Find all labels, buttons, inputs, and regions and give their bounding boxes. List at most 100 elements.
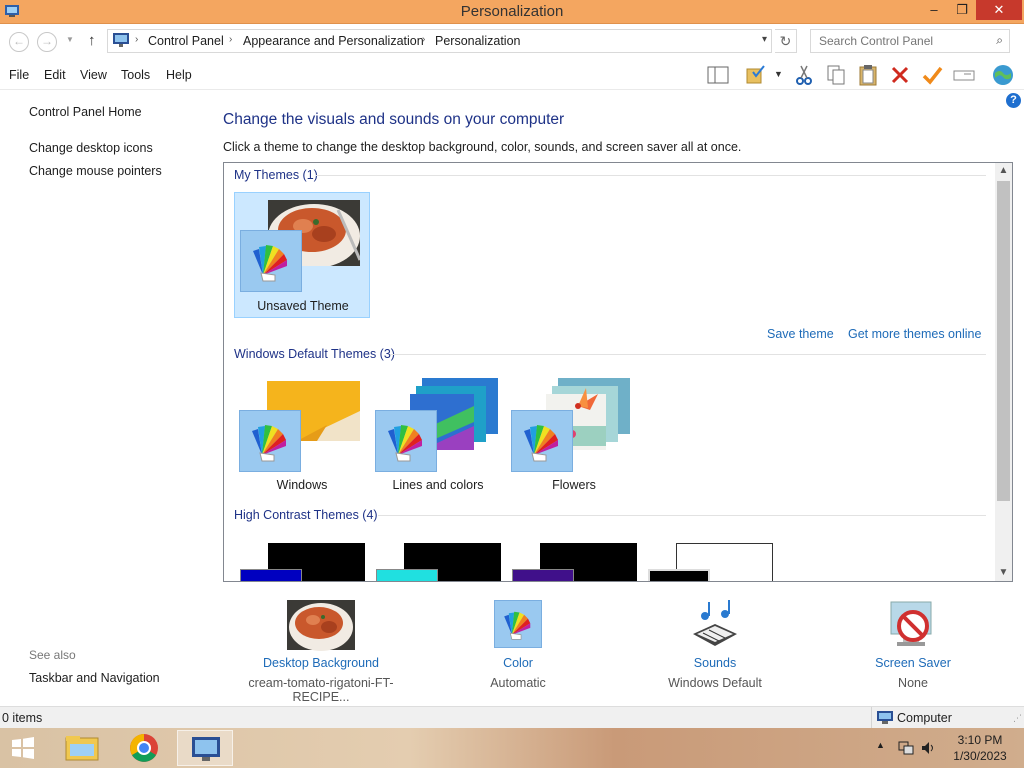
divider (316, 175, 986, 176)
theme-tile-lines-and-colors[interactable]: Lines and colors (370, 373, 506, 499)
theme-tile-unsaved[interactable]: Unsaved Theme (234, 192, 370, 318)
control-panel-icon (192, 737, 220, 761)
theme-tile-high-contrast-3[interactable] (510, 543, 640, 581)
network-icon[interactable] (898, 740, 914, 756)
color-palette-icon (239, 410, 301, 472)
menu-file[interactable]: File (9, 68, 29, 82)
clock-time: 3:10 PM (957, 733, 1003, 747)
chevron-down-icon[interactable]: ▾ (762, 34, 767, 45)
minimize-button[interactable]: – (920, 0, 948, 20)
volume-icon[interactable] (920, 740, 936, 756)
theme-tile-high-contrast-2[interactable] (374, 543, 504, 581)
left-pane: Control Panel Home Change desktop icons … (0, 90, 210, 705)
window-title: Personalization (460, 3, 564, 20)
get-more-themes-link[interactable]: Get more themes online (848, 327, 981, 341)
menu-view[interactable]: View (80, 68, 107, 82)
scroll-up-icon[interactable]: ▲ (995, 165, 1012, 176)
menu-edit[interactable]: Edit (44, 68, 66, 82)
setting-label[interactable]: Screen Saver (813, 656, 1013, 670)
control-panel-home-link[interactable]: Control Panel Home (29, 105, 142, 119)
sounds-icon (693, 600, 737, 646)
address-bar[interactable]: › Control Panel › Appearance and Persona… (107, 29, 772, 53)
change-mouse-pointers-link[interactable]: Change mouse pointers (29, 164, 162, 178)
save-theme-link[interactable]: Save theme (767, 327, 834, 341)
scroll-down-icon[interactable]: ▼ (995, 567, 1012, 578)
theme-name: Lines and colors (392, 478, 484, 492)
title-bar: Personalization – ❐ ✕ (0, 0, 1024, 24)
theme-tile-high-contrast-1[interactable] (238, 543, 368, 581)
chevron-right-icon[interactable]: › (229, 34, 232, 45)
resize-grip-icon[interactable]: ⋰ (1013, 713, 1022, 724)
start-windows-icon[interactable] (0, 730, 46, 766)
page-title: Change the visuals and sounds on your co… (223, 111, 565, 128)
show-hidden-icons[interactable]: ▲ (876, 740, 885, 750)
setting-value: Windows Default (668, 676, 762, 690)
chevron-right-icon[interactable]: › (135, 34, 138, 45)
theme-list-scrollbar[interactable]: ▲ ▼ (995, 163, 1012, 581)
paste-icon[interactable] (856, 63, 880, 87)
theme-tile-high-contrast-4[interactable] (646, 543, 776, 581)
clock-date: 1/30/2023 (953, 749, 1007, 763)
forward-button[interactable]: → (37, 32, 57, 52)
setting-label[interactable]: Desktop Background (221, 656, 421, 670)
setting-value: cream-tomato-rigatoni-FT-RECIPE... (248, 676, 394, 704)
up-button[interactable]: ↑ (88, 32, 96, 49)
setting-label[interactable]: Color (418, 656, 618, 670)
search-input[interactable] (811, 30, 986, 52)
folder-check-icon[interactable] (744, 63, 768, 87)
breadcrumb-control-panel[interactable]: Control Panel (148, 34, 224, 48)
divider (390, 354, 986, 355)
color-palette-icon (511, 410, 573, 472)
file-explorer-icon[interactable] (54, 730, 110, 766)
taskbar-navigation-link[interactable]: Taskbar and Navigation (29, 671, 160, 685)
globe-icon[interactable] (991, 63, 1015, 87)
screen-saver-icon (890, 601, 932, 646)
group-header-high-contrast: High Contrast Themes (4) (234, 508, 378, 522)
divider (871, 707, 872, 729)
location-label: Computer (897, 711, 952, 725)
color-palette-icon (494, 600, 542, 648)
menu-help[interactable]: Help (166, 68, 192, 82)
theme-name: Windows (276, 478, 328, 492)
breadcrumb-appearance[interactable]: Appearance and Personalization (243, 34, 424, 48)
delete-icon[interactable] (888, 63, 912, 87)
recent-locations-icon[interactable]: ▼ (66, 35, 74, 44)
color-palette-icon (375, 410, 437, 472)
item-count: 0 items (2, 711, 43, 725)
control-panel-icon (113, 33, 129, 47)
theme-tile-windows[interactable]: Windows (234, 373, 370, 499)
search-icon[interactable]: ⌕ (996, 33, 1003, 48)
scissors-icon[interactable] (792, 63, 816, 87)
desktop-background-icon (287, 600, 355, 651)
help-icon[interactable]: ? (1006, 93, 1021, 108)
group-header-my-themes: My Themes (1) (234, 168, 318, 182)
maximize-button[interactable]: ❐ (948, 0, 976, 20)
close-button[interactable]: ✕ (976, 0, 1022, 20)
rename-icon[interactable] (952, 63, 976, 87)
theme-name: Unsaved Theme (257, 299, 349, 313)
back-button[interactable]: ← (9, 32, 29, 52)
theme-name: Flowers (552, 478, 596, 492)
chrome-icon[interactable] (116, 730, 172, 766)
setting-value: Automatic (490, 676, 546, 690)
group-header-default-themes: Windows Default Themes (3) (234, 347, 395, 361)
layout-icon[interactable] (706, 63, 730, 87)
check-icon[interactable] (920, 63, 944, 87)
change-desktop-icons-link[interactable]: Change desktop icons (29, 141, 153, 155)
menu-bar: File Edit View Tools Help ▼ (0, 60, 1024, 90)
theme-tile-flowers[interactable]: Flowers (506, 373, 642, 499)
search-box[interactable]: ⌕ (810, 29, 1010, 53)
clock[interactable]: 3:10 PM 1/30/2023 (944, 732, 1016, 764)
copy-icon[interactable] (824, 63, 848, 87)
setting-label[interactable]: Sounds (615, 656, 815, 670)
setting-value: None (898, 676, 928, 690)
breadcrumb-personalization[interactable]: Personalization (435, 34, 520, 48)
menu-tools[interactable]: Tools (121, 68, 150, 82)
page-description: Click a theme to change the desktop back… (223, 140, 742, 154)
color-palette-icon (240, 230, 302, 292)
scrollbar-thumb[interactable] (997, 181, 1010, 501)
computer-icon (877, 711, 893, 724)
chevron-right-icon[interactable]: › (422, 34, 425, 45)
control-panel-taskbar-button[interactable] (177, 730, 233, 766)
refresh-button[interactable]: ↻ (775, 29, 797, 53)
